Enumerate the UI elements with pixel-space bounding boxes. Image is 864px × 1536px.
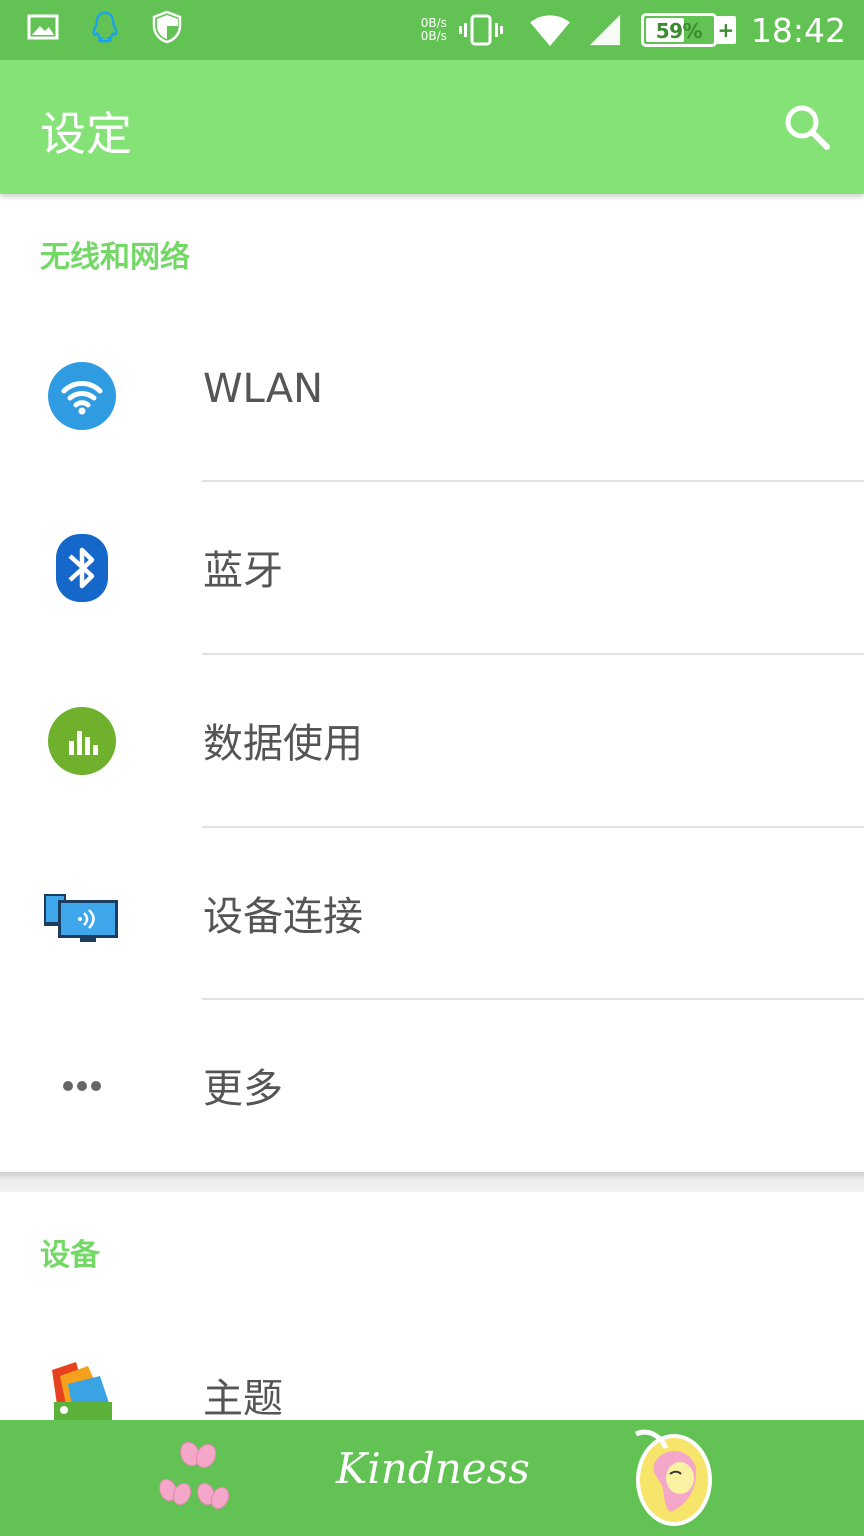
network-download-speed: 0B/s <box>420 29 447 43</box>
section-header-device: 设备 <box>40 1238 100 1273</box>
battery-percent: 59% <box>655 19 703 43</box>
charging-icon: + <box>715 16 736 44</box>
device-connection-icon <box>44 894 118 942</box>
data-usage-icon <box>48 707 116 775</box>
battery-icon: 59% + <box>640 13 736 47</box>
vibrate-icon <box>458 14 503 46</box>
app-bar: 设定 <box>0 60 864 194</box>
search-icon[interactable] <box>782 102 832 152</box>
qq-icon <box>92 11 118 43</box>
settings-item-theme[interactable]: 主题 <box>0 1310 864 1420</box>
butterfly-icon <box>159 1441 230 1510</box>
section-divider <box>0 1172 864 1192</box>
network-speed: 0B/s 0B/s <box>421 17 447 43</box>
settings-item-label: WLAN <box>203 366 324 412</box>
settings-item-data-usage[interactable]: 数据使用 <box>0 655 864 827</box>
settings-item-label: 主题 <box>203 1376 283 1420</box>
wifi-icon <box>530 15 570 47</box>
clock: 18:42 <box>750 10 846 50</box>
section-header-wireless: 无线和网络 <box>40 240 190 275</box>
pony-emblem-icon <box>635 1429 712 1526</box>
settings-item-label: 设备连接 <box>203 894 363 940</box>
system-status-icons: 0B/s 0B/s 59% + 18:42 <box>421 8 846 52</box>
shield-icon <box>152 10 182 44</box>
signal-icon <box>589 14 621 46</box>
settings-item-label: 数据使用 <box>203 721 363 767</box>
settings-item-label: 更多 <box>203 1066 283 1112</box>
settings-item-label: 蓝牙 <box>203 548 283 594</box>
more-icon <box>63 1081 101 1091</box>
settings-item-more[interactable]: 更多 <box>0 1000 864 1172</box>
settings-item-device-connection[interactable]: 设备连接 <box>0 828 864 1000</box>
bluetooth-icon <box>56 534 108 602</box>
wifi-icon <box>48 362 116 430</box>
notification-icons <box>26 10 184 44</box>
settings-item-wlan[interactable]: WLAN <box>0 310 864 482</box>
status-bar: 0B/s 0B/s 59% + 18:42 <box>0 0 864 60</box>
theme-icon <box>52 1362 112 1420</box>
page-title: 设定 <box>40 107 132 161</box>
bottom-bar-text: Kindness <box>336 1444 530 1493</box>
settings-item-bluetooth[interactable]: 蓝牙 <box>0 482 864 654</box>
image-icon <box>27 14 59 40</box>
decorative-bottom-bar: Kindness <box>0 1420 864 1536</box>
